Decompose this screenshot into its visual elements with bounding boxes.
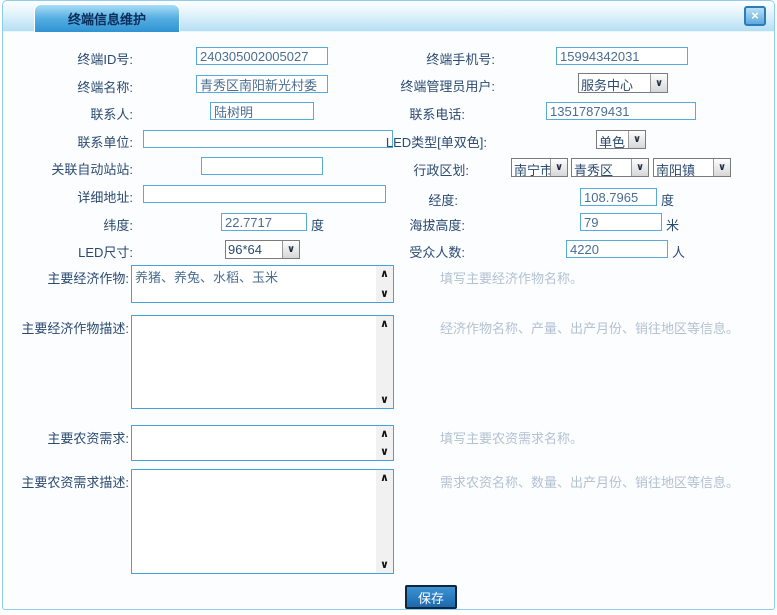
crops-text: 养猪、养兔、水稻、玉米	[132, 266, 376, 302]
chevron-down-icon: ∨	[713, 159, 730, 176]
agri-needs-textarea[interactable]: ∧ ∨	[131, 425, 394, 461]
district-town-select[interactable]: 南阳镇 ∨	[653, 158, 731, 177]
scroll-down-icon[interactable]: ∨	[376, 286, 393, 302]
crops-desc-textarea[interactable]: ∧ ∨	[131, 315, 394, 409]
longitude-input[interactable]	[580, 188, 657, 206]
scroll-down-icon[interactable]: ∨	[376, 557, 393, 573]
led-type-select[interactable]: 单色 ∨	[596, 130, 646, 149]
district-city-value: 南宁市	[512, 159, 550, 176]
agri-needs-desc-text	[132, 470, 376, 573]
crops-scrollbar[interactable]: ∧ ∨	[376, 266, 393, 302]
agri-needs-label: 主要农资需求:	[3, 428, 129, 447]
district-town-value: 南阳镇	[654, 159, 713, 176]
district-label: 行政区划:	[329, 160, 469, 179]
chevron-down-icon: ∨	[631, 159, 648, 176]
scroll-up-icon[interactable]: ∧	[376, 426, 393, 442]
agri-needs-desc-label: 主要农资需求描述:	[3, 472, 129, 491]
longitude-unit: 度	[661, 190, 674, 209]
scroll-up-icon[interactable]: ∧	[376, 470, 393, 486]
scroll-up-icon[interactable]: ∧	[376, 316, 393, 332]
terminal-id-label: 终端ID号:	[3, 49, 133, 68]
agri-needs-text	[132, 426, 376, 460]
chevron-down-icon: ∨	[550, 159, 567, 176]
chevron-down-icon: ∨	[628, 131, 645, 148]
led-type-label: LED类型[单双色]:	[347, 132, 487, 151]
audience-label: 受众人数:	[325, 242, 465, 261]
longitude-label: 经度:	[318, 190, 458, 209]
contact-phone-input[interactable]	[546, 102, 696, 120]
audience-unit: 人	[672, 242, 685, 261]
auto-station-input[interactable]	[201, 157, 323, 175]
dialog-frame: 终端信息维护 × 终端ID号: 终端手机号: 终端名称: 终端管理员用户: 服务…	[2, 0, 775, 610]
district-county-select[interactable]: 青秀区 ∨	[571, 158, 649, 177]
scroll-down-icon[interactable]: ∨	[376, 444, 393, 460]
crops-desc-label: 主要经济作物描述:	[3, 318, 129, 337]
chevron-down-icon: ∨	[650, 74, 667, 92]
district-county-value: 青秀区	[572, 159, 631, 176]
contact-label: 联系人:	[3, 104, 133, 123]
altitude-unit: 米	[666, 215, 679, 234]
led-size-select[interactable]: 96*64 ∨	[225, 240, 300, 259]
audience-input[interactable]	[566, 240, 668, 258]
contact-phone-label: 联系电话:	[325, 104, 465, 123]
crops-textarea[interactable]: 养猪、养兔、水稻、玉米 ∧ ∨	[131, 265, 394, 303]
terminal-admin-label: 终端管理员用户:	[355, 76, 495, 95]
latitude-input[interactable]	[221, 213, 307, 231]
terminal-phone-input[interactable]	[556, 47, 688, 65]
agri-needs-scrollbar[interactable]: ∧ ∨	[376, 426, 393, 460]
scroll-down-icon[interactable]: ∨	[376, 392, 393, 408]
auto-station-label: 关联自动站站:	[3, 159, 133, 178]
led-size-label: LED尺寸:	[3, 242, 133, 261]
latitude-label: 纬度:	[3, 215, 133, 234]
scroll-up-icon[interactable]: ∧	[376, 266, 393, 282]
terminal-name-input[interactable]	[196, 75, 328, 93]
crops-desc-scrollbar[interactable]: ∧ ∨	[376, 316, 393, 408]
crops-hint: 填写主要经济作物名称。	[440, 268, 583, 287]
title-bar: 终端信息维护 ×	[3, 1, 774, 32]
led-type-value: 单色	[597, 131, 628, 148]
agri-needs-hint: 填写主要农资需求名称。	[440, 428, 583, 447]
dialog-title: 终端信息维护	[34, 4, 180, 32]
crops-desc-hint: 经济作物名称、产量、出产月份、销往地区等信息。	[440, 318, 739, 337]
altitude-label: 海拔高度:	[325, 215, 465, 234]
contact-unit-label: 联系单位:	[3, 132, 133, 151]
terminal-phone-label: 终端手机号:	[355, 49, 495, 68]
close-icon[interactable]: ×	[744, 6, 766, 26]
address-label: 详细地址:	[3, 187, 133, 206]
save-button[interactable]: 保存	[405, 585, 457, 609]
altitude-input[interactable]	[580, 213, 662, 231]
terminal-admin-select[interactable]: 服务中心 ∨	[578, 73, 668, 93]
contact-input[interactable]	[210, 102, 314, 120]
agri-needs-desc-scrollbar[interactable]: ∧ ∨	[376, 470, 393, 573]
terminal-admin-value: 服务中心	[579, 74, 650, 92]
crops-desc-text	[132, 316, 376, 408]
dialog-window: 终端信息维护 × 终端ID号: 终端手机号: 终端名称: 终端管理员用户: 服务…	[0, 0, 777, 615]
district-city-select[interactable]: 南宁市 ∨	[511, 158, 568, 177]
agri-needs-desc-textarea[interactable]: ∧ ∨	[131, 469, 394, 574]
terminal-name-label: 终端名称:	[3, 77, 133, 96]
crops-label: 主要经济作物:	[3, 268, 129, 287]
agri-needs-desc-hint: 需求农资名称、数量、出产月份、销往地区等信息。	[440, 472, 739, 491]
latitude-unit: 度	[311, 215, 324, 234]
led-size-value: 96*64	[226, 241, 282, 258]
chevron-down-icon: ∨	[282, 241, 299, 258]
terminal-id-input[interactable]	[196, 47, 328, 65]
